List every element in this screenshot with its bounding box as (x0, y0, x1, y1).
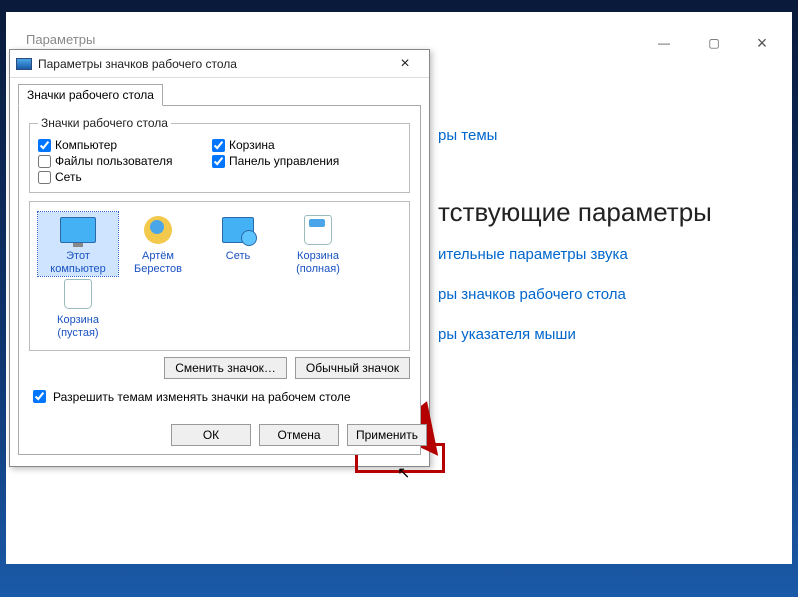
settings-title: Параметры (26, 32, 95, 47)
icon-preview-frame[interactable]: Этот компьютер Артём Берестов Сеть Корзи… (29, 201, 410, 351)
link-desktop-icons[interactable]: ры значков рабочего стола (438, 287, 626, 302)
checkbox-userfiles-input[interactable] (38, 155, 51, 168)
group-legend: Значки рабочего стола (38, 116, 171, 130)
network-icon (222, 217, 254, 243)
tab-desktop-icons[interactable]: Значки рабочего стола (18, 84, 163, 106)
dialog-titlebar[interactable]: Параметры значков рабочего стола × (10, 50, 429, 78)
close-button[interactable]: × (740, 30, 784, 56)
default-icon-button[interactable]: Обычный значок (295, 357, 410, 379)
ok-button[interactable]: ОК (171, 424, 251, 446)
icon-network[interactable]: Сеть (198, 212, 278, 276)
checkbox-userfiles[interactable]: Файлы пользователя (38, 154, 188, 168)
dialog-icon (16, 58, 32, 70)
desktop-icon-settings-dialog: Параметры значков рабочего стола × Значк… (9, 49, 430, 467)
monitor-icon (60, 217, 96, 243)
maximize-button[interactable]: ▢ (692, 30, 736, 56)
user-icon (144, 216, 172, 244)
related-settings-heading: тствующие параметры (438, 197, 712, 228)
icon-bin-empty[interactable]: Корзина (пустая) (38, 276, 118, 340)
dialog-title: Параметры значков рабочего стола (38, 57, 387, 71)
minimize-button[interactable]: — (642, 30, 686, 56)
checkbox-network-input[interactable] (38, 171, 51, 184)
checkbox-cpanel-input[interactable] (212, 155, 225, 168)
change-icon-button[interactable]: Сменить значок… (164, 357, 287, 379)
checkbox-allow-themes-input[interactable] (33, 390, 46, 403)
cancel-button[interactable]: Отмена (259, 424, 339, 446)
checkbox-recycle[interactable]: Корзина (212, 138, 362, 152)
bin-empty-icon (64, 279, 92, 309)
apply-button[interactable]: Применить (347, 424, 427, 446)
icon-this-pc[interactable]: Этот компьютер (38, 212, 118, 276)
checkbox-computer-input[interactable] (38, 139, 51, 152)
bin-full-icon (304, 215, 332, 245)
checkbox-allow-themes[interactable]: Разрешить темам изменять значки на рабоч… (29, 387, 410, 406)
checkbox-computer[interactable]: Компьютер (38, 138, 188, 152)
link-sound[interactable]: ительные параметры звука (438, 247, 628, 262)
checkbox-recycle-input[interactable] (212, 139, 225, 152)
dialog-body: Значки рабочего стола Значки рабочего ст… (10, 78, 429, 463)
icon-user[interactable]: Артём Берестов (118, 212, 198, 276)
icon-bin-full[interactable]: Корзина (полная) (278, 212, 358, 276)
link-mouse-pointer[interactable]: ры указателя мыши (438, 327, 576, 342)
icons-group: Значки рабочего стола Компьютер Корзина … (29, 116, 410, 193)
checkbox-network[interactable]: Сеть (38, 170, 188, 184)
dialog-footer: ОК Отмена Применить (171, 424, 427, 446)
checkbox-cpanel[interactable]: Панель управления (212, 154, 362, 168)
link-theme[interactable]: ры темы (438, 128, 497, 143)
tab-panel: Значки рабочего стола Компьютер Корзина … (18, 105, 421, 455)
dialog-close-button[interactable]: × (387, 53, 423, 75)
